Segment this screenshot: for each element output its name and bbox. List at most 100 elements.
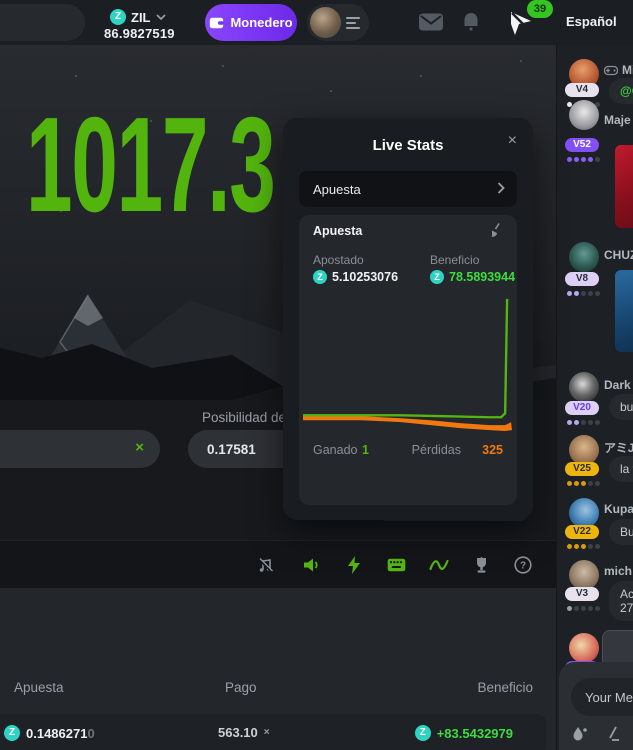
user-avatar[interactable] bbox=[310, 7, 341, 38]
chat-message-input[interactable]: Your Me bbox=[571, 678, 633, 716]
trophy-icon bbox=[474, 557, 489, 574]
username[interactable]: mich bbox=[604, 564, 632, 578]
reset-stats-button[interactable] bbox=[489, 222, 505, 243]
live-stats-chart bbox=[303, 291, 513, 435]
username[interactable]: CHUZ bbox=[604, 248, 633, 262]
stats-squiggle-icon bbox=[429, 558, 449, 572]
lost-value: 325 bbox=[482, 443, 503, 457]
close-icon[interactable]: × bbox=[508, 132, 517, 150]
level-badge: V8 bbox=[565, 272, 599, 286]
losses-series bbox=[303, 416, 512, 431]
svg-text:?: ? bbox=[520, 561, 526, 572]
username[interactable]: Kupa bbox=[604, 502, 633, 516]
chat-bubble: la t bbox=[609, 456, 633, 482]
col-header-bet: Apuesta bbox=[14, 680, 64, 695]
result-row[interactable]: Z 0.14862710 563.10× Z +83.5432979 bbox=[0, 714, 546, 750]
profit-cell: Z +83.5432979 bbox=[415, 725, 513, 741]
username[interactable]: アミJ bbox=[604, 439, 633, 456]
level-progress-dots bbox=[567, 420, 600, 425]
bell-icon bbox=[461, 12, 481, 33]
slash-commands-icon[interactable] bbox=[606, 725, 621, 742]
chat-gif-red[interactable] bbox=[615, 145, 633, 228]
win-chance-value: 0.17581 bbox=[207, 442, 256, 457]
star-decoration bbox=[222, 65, 224, 67]
inbox-button[interactable] bbox=[418, 12, 444, 37]
live-stats-toggle-button[interactable] bbox=[428, 554, 450, 576]
currency-selector[interactable]: Z ZIL 86.9827519 bbox=[96, 3, 200, 42]
wallet-button[interactable]: Monedero bbox=[205, 4, 297, 41]
mention-text[interactable]: @G bbox=[620, 84, 633, 98]
col-header-payout: Pago bbox=[225, 680, 257, 695]
stats-mode-dropdown[interactable]: Apuesta bbox=[299, 171, 517, 207]
notifications-button[interactable] bbox=[461, 12, 481, 38]
zil-coin-icon: Z bbox=[110, 9, 126, 25]
chat-gif-blue[interactable] bbox=[615, 270, 633, 352]
avatar[interactable] bbox=[569, 498, 599, 528]
chat-popover-fragment bbox=[602, 630, 633, 664]
bet-amount-cell: Z 0.14862710 bbox=[4, 725, 95, 741]
star-decoration bbox=[420, 75, 422, 77]
stats-mode-value: Apuesta bbox=[313, 182, 361, 197]
star-decoration bbox=[520, 60, 522, 62]
won-label: Ganado bbox=[313, 443, 357, 457]
rain-icon[interactable] bbox=[572, 725, 588, 742]
search-input[interactable] bbox=[0, 4, 85, 41]
keyboard-icon bbox=[387, 558, 406, 572]
hotkeys-button[interactable] bbox=[385, 554, 407, 576]
chat-bubble: Bu bbox=[609, 519, 633, 545]
music-off-button[interactable] bbox=[254, 554, 276, 576]
chat-sidebar: V4 Mi @G V52 bbox=[556, 45, 633, 750]
broom-icon bbox=[489, 222, 505, 238]
level-badge: V3 bbox=[565, 587, 599, 601]
level-badge: V52 bbox=[565, 138, 599, 152]
level-badge: V20 bbox=[565, 401, 599, 415]
avatar[interactable] bbox=[569, 633, 599, 663]
lost-label: Pérdidas bbox=[412, 443, 461, 457]
avatar[interactable] bbox=[569, 435, 599, 465]
casino-app: 1017.3 Posibilidad de × 0.17581 Ventaja … bbox=[0, 0, 633, 750]
avatar[interactable] bbox=[569, 372, 599, 402]
live-stats-panel: Live Stats × Apuesta Apuesta Apostado Z … bbox=[283, 118, 533, 520]
win-chance-label: Posibilidad de bbox=[202, 410, 286, 425]
multiplier-x-icon[interactable]: × bbox=[135, 439, 144, 456]
avatar[interactable] bbox=[569, 560, 599, 590]
col-header-profit: Beneficio bbox=[477, 680, 533, 695]
chat-input-placeholder: Your Me bbox=[585, 690, 633, 705]
bet-stats-card-title: Apuesta bbox=[313, 224, 362, 238]
leaderboard-button[interactable] bbox=[470, 554, 492, 576]
top-bar: Z ZIL 86.9827519 Monedero bbox=[0, 0, 633, 45]
username[interactable]: Dark bbox=[604, 378, 631, 392]
lightning-icon bbox=[347, 556, 361, 574]
avatar[interactable] bbox=[569, 242, 599, 272]
user-menu[interactable] bbox=[307, 4, 369, 41]
chat-bubble: @G bbox=[609, 78, 633, 104]
music-off-icon bbox=[257, 557, 274, 574]
speaker-icon bbox=[303, 557, 321, 573]
menu-icon bbox=[346, 17, 360, 32]
chat-bubble: Ac 27 bbox=[609, 581, 633, 621]
mail-icon bbox=[418, 12, 444, 32]
target-multiplier-input[interactable]: × bbox=[0, 430, 160, 468]
won-value: 1 bbox=[362, 443, 369, 457]
level-progress-dots bbox=[567, 606, 600, 611]
wins-series bbox=[303, 299, 507, 417]
level-badge: V22 bbox=[565, 525, 599, 539]
results-panel: Apuesta Pago Beneficio Z 0.14862710 563.… bbox=[0, 588, 556, 750]
chat-input-panel: Your Me bbox=[559, 662, 633, 750]
level-badge: V25 bbox=[565, 462, 599, 476]
level-badge: V4 bbox=[565, 83, 599, 97]
stats-profit-value: Z 78.5893944 bbox=[430, 270, 515, 284]
unread-count-badge: 39 bbox=[527, 0, 553, 18]
sound-on-button[interactable] bbox=[301, 554, 323, 576]
username[interactable]: Maje bbox=[604, 113, 631, 127]
avatar[interactable] bbox=[569, 100, 599, 130]
instant-bet-button[interactable] bbox=[343, 554, 365, 576]
multiplier-display: 1017.3 bbox=[26, 97, 275, 232]
language-selector[interactable]: Español bbox=[566, 14, 617, 29]
username[interactable]: Mi bbox=[604, 63, 633, 77]
wagered-value: Z 5.10253076 bbox=[313, 270, 398, 284]
help-button[interactable]: ? bbox=[512, 554, 534, 576]
game-toolbar: ? bbox=[0, 540, 556, 588]
zil-coin-icon: Z bbox=[4, 725, 20, 741]
star-decoration bbox=[75, 75, 77, 77]
